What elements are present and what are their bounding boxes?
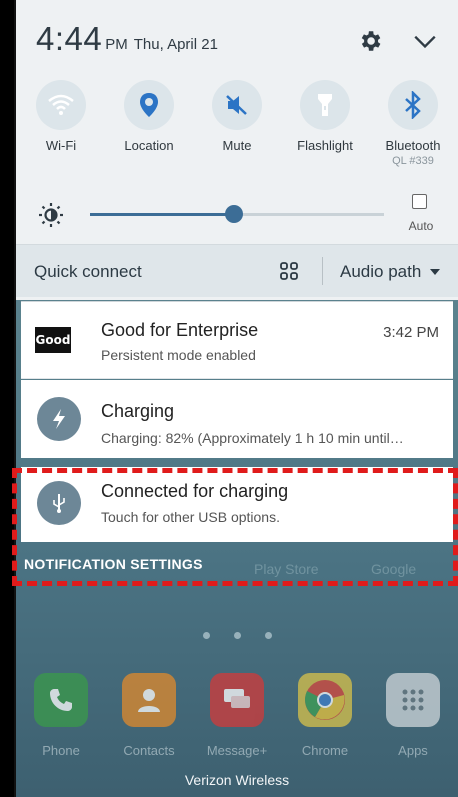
highlight-annotation-box: [12, 468, 458, 586]
dock-label-contacts: Contacts: [123, 743, 175, 758]
toggle-label: Wi-Fi: [45, 138, 77, 153]
divider: [322, 257, 323, 285]
auto-brightness-label: Auto: [408, 219, 434, 233]
phone-icon[interactable]: [34, 673, 88, 727]
mute-icon: [212, 80, 262, 130]
message-icon[interactable]: [210, 673, 264, 727]
chevron-down-icon[interactable]: [412, 30, 438, 52]
status-row: 4:44 PM Thu, April 21: [36, 18, 218, 58]
toggle-label: Bluetooth: [385, 138, 441, 153]
page-dot: [202, 632, 210, 639]
caret-down-icon[interactable]: [430, 269, 440, 275]
clock-date: Thu, April 21: [133, 36, 218, 53]
notification-title: Charging: [101, 401, 175, 421]
notification-title: Good for Enterprise: [101, 320, 259, 340]
dock-label-phone: Phone: [42, 743, 80, 758]
toggle-label: Location: [124, 138, 174, 153]
auto-brightness-checkbox[interactable]: [412, 194, 427, 209]
toggle-wifi[interactable]: Wi-Fi: [18, 80, 104, 153]
notification-good-enterprise[interactable]: Good Good for Enterprise Persistent mode…: [21, 301, 453, 379]
apps-grid-icon[interactable]: [386, 673, 440, 727]
brightness-icon: [39, 203, 63, 227]
clock-time: 4:44: [36, 20, 103, 57]
toggle-sublabel: QL #339: [392, 155, 434, 167]
notification-subtitle: Charging: 82% (Approximately 1 h 10 min …: [101, 430, 404, 446]
dock-label-message: Message+: [206, 743, 268, 758]
brightness-slider-thumb[interactable]: [225, 205, 244, 223]
dock-label-chrome: Chrome: [301, 743, 349, 758]
toggle-flashlight[interactable]: Flashlight: [282, 80, 368, 153]
toggle-location[interactable]: Location: [106, 80, 192, 153]
bluetooth-icon: [388, 80, 438, 130]
phone-screen: 4:44 PM Thu, April 21 Wi-Fi Location Mut…: [16, 0, 458, 797]
notification-charging[interactable]: Charging Charging: 82% (Approximately 1 …: [21, 380, 453, 458]
toggle-label: Mute: [222, 138, 252, 153]
quick-connect-devices-icon[interactable]: [279, 261, 299, 281]
chrome-icon[interactable]: [298, 673, 352, 727]
carrier-label: Verizon Wireless: [184, 772, 290, 788]
notification-time: 3:42 PM: [383, 324, 439, 341]
dock-label-apps: Apps: [398, 743, 428, 758]
quick-connect-bar: Quick connect Audio path: [16, 244, 458, 297]
toggle-bluetooth[interactable]: Bluetooth QL #339: [370, 80, 456, 167]
flashlight-icon: [300, 80, 350, 130]
page-dot: [264, 632, 272, 639]
page-dot: [233, 632, 241, 639]
clock-ampm: PM: [105, 36, 128, 53]
brightness-slider[interactable]: [90, 205, 384, 223]
good-app-logo: Good: [35, 327, 71, 353]
gear-icon[interactable]: [357, 28, 383, 54]
brightness-row: Auto: [16, 188, 458, 244]
notification-subtitle: Persistent mode enabled: [101, 347, 256, 363]
quick-toggle-row: Wi-Fi Location Mute Flashlight Bluetooth…: [16, 80, 458, 180]
toggle-label: Flashlight: [297, 138, 353, 153]
contacts-icon[interactable]: [122, 673, 176, 727]
notification-shade: 4:44 PM Thu, April 21 Wi-Fi Location Mut…: [16, 0, 458, 300]
location-pin-icon: [124, 80, 174, 130]
quick-connect-button[interactable]: Quick connect: [34, 262, 142, 282]
toggle-mute[interactable]: Mute: [194, 80, 280, 153]
lightning-icon: [37, 397, 81, 441]
brightness-slider-fill: [90, 213, 235, 216]
wifi-icon: [36, 80, 86, 130]
audio-path-button[interactable]: Audio path: [340, 262, 421, 282]
page-indicator: [16, 626, 458, 644]
